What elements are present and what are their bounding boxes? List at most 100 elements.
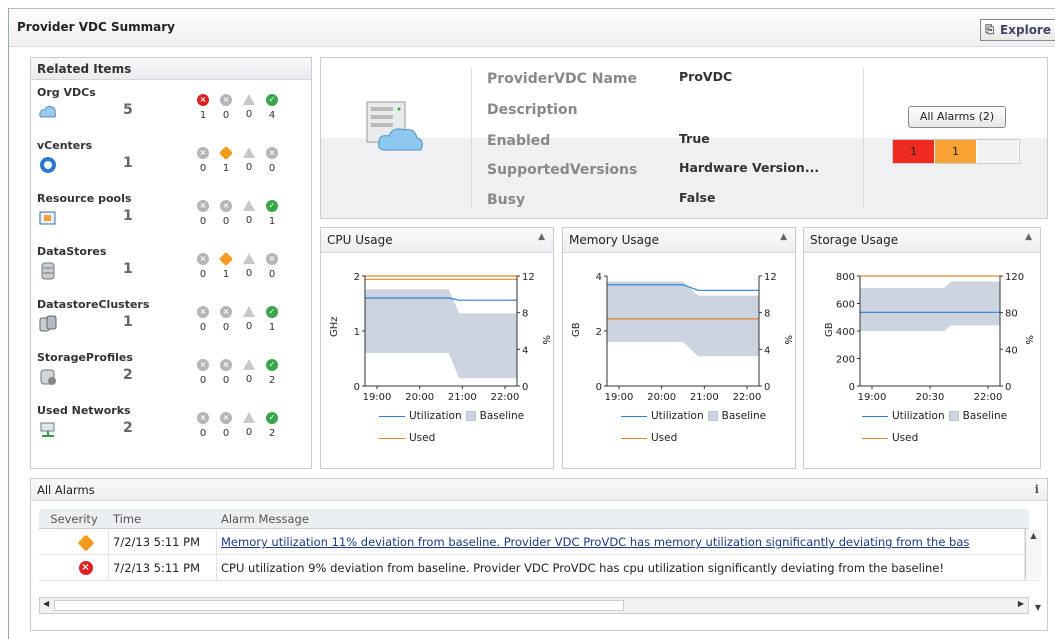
scrollbar-thumb[interactable] bbox=[54, 600, 624, 611]
severity-column[interactable]: × 0 bbox=[263, 147, 281, 174]
severity-column[interactable]: × 0 bbox=[194, 147, 212, 174]
alert-triangle-icon bbox=[243, 253, 255, 264]
related-item-count[interactable]: 1 bbox=[123, 261, 133, 277]
time-cell: 7/2/13 5:11 PM bbox=[109, 530, 217, 555]
severity-column[interactable]: ✓ 2 bbox=[263, 412, 281, 439]
severity-count: 0 bbox=[268, 269, 276, 280]
severity-column[interactable]: × 0 bbox=[194, 200, 212, 227]
severity-column[interactable]: 0 bbox=[240, 359, 258, 385]
severity-column[interactable]: 0 bbox=[240, 147, 258, 173]
severity-column[interactable]: × 0 bbox=[194, 412, 212, 439]
related-item[interactable]: Used Networks 2 × 0 × 0 0 ✓ 2 bbox=[31, 402, 311, 454]
horizontal-scrollbar[interactable]: ◀ ▶ bbox=[39, 597, 1029, 614]
severity-column[interactable]: × 0 bbox=[217, 359, 235, 386]
severity-column[interactable]: × 0 bbox=[217, 200, 235, 227]
scroll-right-icon[interactable]: ▶ bbox=[1018, 599, 1024, 608]
severity-column[interactable]: 0 bbox=[240, 253, 258, 279]
scroll-left-icon[interactable]: ◀ bbox=[43, 599, 49, 608]
severity-column[interactable]: 0 bbox=[240, 200, 258, 226]
related-item[interactable]: Resource pools 1 × 0 × 0 0 ✓ 1 bbox=[31, 190, 311, 242]
severity-column[interactable]: ✓ 1 bbox=[263, 306, 281, 333]
severity-column[interactable]: × 0 bbox=[263, 253, 281, 280]
info-divider bbox=[863, 68, 864, 208]
alarm-count-box[interactable]: 1 bbox=[935, 140, 977, 163]
severity-column[interactable]: × 0 bbox=[217, 412, 235, 439]
related-item-count[interactable]: 1 bbox=[123, 155, 133, 171]
related-item-label[interactable]: DataStores bbox=[37, 245, 106, 258]
right-axis-label: % bbox=[1023, 335, 1034, 345]
related-item[interactable]: DataStores 1 × 0 1 0 × 0 bbox=[31, 243, 311, 295]
legend-utilization: Utilization bbox=[409, 410, 462, 422]
chart-plot: 2101284019:00 20:00 21:00 22:00GHz% bbox=[329, 272, 551, 403]
chart-plot: 4201284019:00 20:00 21:00 22:00GB% bbox=[571, 272, 793, 403]
left-axis-label: GB bbox=[824, 322, 835, 337]
related-item-label[interactable]: vCenters bbox=[37, 139, 92, 152]
severity-column[interactable]: 1 bbox=[217, 251, 235, 280]
related-item[interactable]: StorageProfiles 2 × 0 × 0 0 ✓ 2 bbox=[31, 349, 311, 401]
scroll-down-icon[interactable]: ▼ bbox=[1035, 603, 1041, 612]
alarm-count-box[interactable] bbox=[977, 140, 1019, 163]
severity-column[interactable]: × 1 bbox=[194, 94, 212, 121]
related-item-label[interactable]: Org VDCs bbox=[37, 86, 96, 99]
severity-column[interactable]: 1 bbox=[217, 145, 235, 174]
severity-column[interactable]: ✓ 1 bbox=[263, 200, 281, 227]
severity-column[interactable]: × 0 bbox=[194, 306, 212, 333]
chart-plot: 80060040020001208040019:00 20:30 22:00GB% bbox=[824, 272, 1034, 403]
severity-count: 0 bbox=[199, 216, 207, 227]
warning-icon bbox=[77, 534, 94, 552]
related-item-label[interactable]: DatastoreClusters bbox=[37, 298, 149, 311]
severity-column[interactable]: × 0 bbox=[217, 94, 235, 121]
related-item-count[interactable]: 5 bbox=[123, 102, 133, 118]
severity-column[interactable]: ✓ 2 bbox=[263, 359, 281, 386]
severity-column[interactable]: 0 bbox=[240, 306, 258, 332]
critical-icon: × bbox=[78, 561, 93, 575]
used-swatch bbox=[862, 437, 888, 439]
alarm-row[interactable]: 7/2/13 5:11 PM Memory utilization 11% de… bbox=[39, 530, 1039, 555]
severity-count: 0 bbox=[199, 322, 207, 333]
legend-row: Used bbox=[862, 432, 918, 444]
right-tick-label: 4 bbox=[764, 345, 770, 356]
collapse-icon[interactable]: ▲ bbox=[1025, 232, 1032, 242]
related-item[interactable]: DatastoreClusters 1 × 0 × 0 0 ✓ 1 bbox=[31, 296, 311, 348]
severity-column[interactable]: × 0 bbox=[217, 306, 235, 333]
title-bar: Provider VDC Summary ⎘ Explore bbox=[9, 9, 1055, 47]
related-item[interactable]: Org VDCs 5 × 1 × 0 0 ✓ 4 bbox=[31, 84, 311, 136]
related-item-count[interactable]: 2 bbox=[123, 420, 133, 436]
severity-column[interactable]: × 0 bbox=[194, 359, 212, 386]
severity-column[interactable]: ✓ 4 bbox=[263, 94, 281, 121]
alarm-message-link[interactable]: Memory utilization 11% deviation from ba… bbox=[221, 535, 969, 549]
severity-count: 0 bbox=[245, 109, 253, 120]
severity-count: 1 bbox=[268, 322, 276, 333]
network-icon bbox=[39, 421, 55, 437]
x-tick-label: 21:00 bbox=[690, 392, 719, 403]
related-item-count[interactable]: 2 bbox=[123, 367, 133, 383]
status-unknown-icon: × bbox=[220, 359, 232, 371]
info-icon[interactable]: i bbox=[1035, 482, 1039, 496]
related-item-count[interactable]: 1 bbox=[123, 208, 133, 224]
alarm-row[interactable]: × 7/2/13 5:11 PM CPU utilization 9% devi… bbox=[39, 556, 1039, 581]
severity-column[interactable]: 0 bbox=[240, 412, 258, 438]
explore-button[interactable]: ⎘ Explore bbox=[980, 19, 1055, 41]
chart-title: Storage Usage bbox=[810, 233, 899, 247]
severity-column[interactable]: × 0 bbox=[194, 253, 212, 280]
vertical-scrollbar[interactable]: ▲ bbox=[1025, 529, 1041, 579]
column-severity[interactable]: Severity bbox=[39, 509, 109, 529]
provider-info-panel: ProviderVDC Name ProVDC Description Enab… bbox=[320, 57, 1048, 219]
column-alarm-message[interactable]: Alarm Message bbox=[217, 509, 1029, 529]
collapse-icon[interactable]: ▲ bbox=[780, 232, 787, 242]
column-time[interactable]: Time bbox=[109, 509, 217, 529]
scroll-up-icon[interactable]: ▲ bbox=[1026, 531, 1041, 540]
related-item-count[interactable]: 1 bbox=[123, 314, 133, 330]
related-item[interactable]: vCenters 1 × 0 1 0 × 0 bbox=[31, 137, 311, 189]
collapse-icon[interactable]: ▲ bbox=[538, 232, 545, 242]
alarm-count-box[interactable]: 1 bbox=[893, 140, 935, 163]
related-item-label[interactable]: StorageProfiles bbox=[37, 351, 133, 364]
right-tick-label: 8 bbox=[764, 309, 770, 320]
alert-triangle-icon bbox=[243, 412, 255, 423]
related-item-label[interactable]: Resource pools bbox=[37, 192, 131, 205]
all-alarms-button[interactable]: All Alarms (2) bbox=[908, 106, 1006, 128]
legend-baseline: Baseline bbox=[479, 410, 525, 422]
related-item-label[interactable]: Used Networks bbox=[37, 404, 131, 417]
severity-column[interactable]: 0 bbox=[240, 94, 258, 120]
left-tick-label: 400 bbox=[836, 327, 855, 338]
